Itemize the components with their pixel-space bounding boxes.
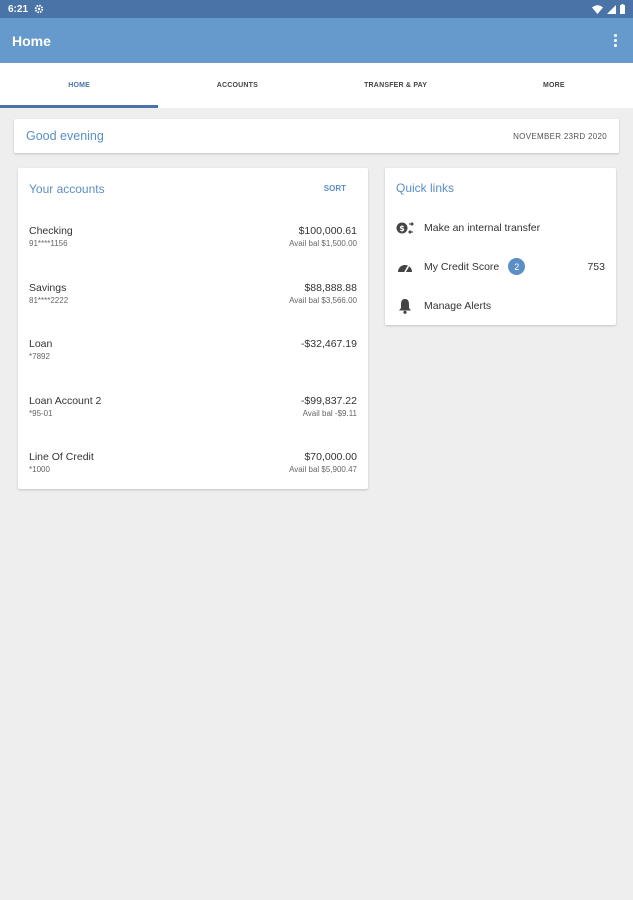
overflow-menu-icon[interactable]: [609, 31, 621, 51]
quick-link-label: Manage Alerts: [424, 299, 492, 312]
settings-gear-icon: [34, 4, 44, 14]
svg-text:$: $: [399, 224, 405, 233]
tab-home[interactable]: HOME: [0, 63, 159, 108]
tab-bar: HOME ACCOUNTS TRANSFER & PAY MORE: [0, 63, 633, 108]
signal-icon: [607, 4, 616, 14]
status-time: 6:21: [8, 3, 29, 15]
account-number: 91****1156: [29, 239, 68, 248]
account-row-checking[interactable]: Checking 91****1156 $100,000.61 Avail ba…: [29, 209, 357, 266]
tab-more[interactable]: MORE: [475, 63, 633, 108]
sort-button[interactable]: SORT: [324, 184, 346, 193]
account-balance: -$32,467.19: [300, 338, 357, 350]
account-balance: $70,000.00: [304, 451, 357, 463]
quick-links-title: Quick links: [396, 181, 455, 195]
greeting-text: Good evening: [26, 129, 104, 143]
account-available-balance: Avail bal $5,900.47: [289, 465, 357, 474]
account-number: *1000: [29, 465, 50, 474]
account-row-savings[interactable]: Savings 81****2222 $88,888.88 Avail bal …: [29, 266, 357, 323]
accounts-card: Your accounts SORT Checking 91****1156 $…: [18, 168, 368, 489]
quick-link-manage-alerts[interactable]: Manage Alerts: [396, 286, 605, 325]
page-title: Home: [12, 32, 51, 49]
bell-icon: [396, 297, 414, 315]
account-available-balance: Avail bal $3,566.00: [289, 295, 357, 305]
status-bar: 6:21: [0, 0, 633, 18]
account-name: Savings: [29, 281, 67, 294]
transfer-icon: $: [396, 219, 414, 237]
account-row-loan-account-2[interactable]: Loan Account 2 *95-01 -$99,837.22 Avail …: [29, 379, 357, 436]
account-available-balance: Avail bal -$9.11: [302, 408, 357, 418]
account-name: Loan: [29, 338, 53, 350]
quick-link-label: My Credit Score: [424, 260, 500, 273]
notification-badge: 2: [508, 258, 526, 275]
account-balance: $100,000.61: [298, 225, 357, 237]
account-balance: $88,888.88: [304, 281, 357, 294]
account-name: Loan Account 2: [29, 394, 102, 407]
greeting-card: Good evening NOVEMBER 23RD 2020: [14, 119, 619, 153]
account-row-loan[interactable]: Loan *7892 -$32,467.19: [29, 322, 357, 379]
quick-link-label: Make an internal transfer: [424, 221, 541, 234]
tab-transfer-pay[interactable]: TRANSFER & PAY: [317, 63, 475, 108]
account-row-line-of-credit[interactable]: Line Of Credit *1000 $70,000.00 Avail ba…: [29, 435, 357, 492]
quick-link-internal-transfer[interactable]: $ Make an internal transfer: [396, 208, 605, 247]
account-number: *7892: [29, 352, 50, 361]
accounts-title: Your accounts: [29, 181, 105, 196]
speedometer-icon: [396, 258, 414, 276]
quick-links-card: Quick links $ Make an internal transfer …: [385, 168, 616, 325]
account-balance: -$99,837.22: [300, 394, 357, 407]
account-name: Line Of Credit: [29, 451, 94, 463]
account-number: *95-01: [29, 408, 53, 418]
quick-link-credit-score[interactable]: My Credit Score 2 753: [396, 247, 605, 286]
account-number: 81****2222: [29, 295, 69, 305]
tab-accounts[interactable]: ACCOUNTS: [158, 63, 316, 108]
account-available-balance: Avail bal $1,500.00: [289, 239, 357, 248]
battery-icon: [620, 4, 625, 14]
greeting-date: NOVEMBER 23RD 2020: [513, 131, 607, 141]
app-bar: Home: [0, 18, 633, 63]
wifi-icon: [592, 4, 603, 14]
credit-score-value: 753: [587, 260, 605, 273]
account-name: Checking: [29, 225, 73, 237]
